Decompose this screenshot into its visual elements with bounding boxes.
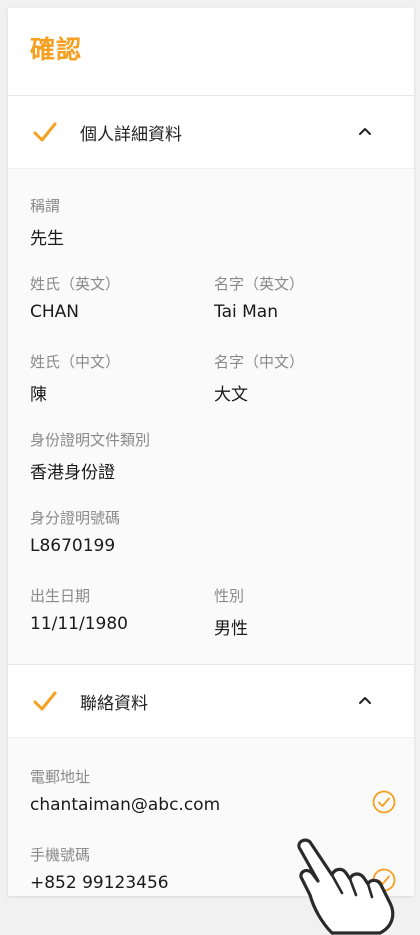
field-label: 姓氏（英文） — [30, 275, 121, 293]
field-label: 身份證明文件類別 — [30, 431, 151, 449]
field-value: 大文 — [214, 385, 248, 405]
field-value: 香港身份證 — [30, 463, 115, 483]
field-label: 名字（中文） — [214, 353, 305, 371]
chevron-up-icon[interactable] — [358, 693, 372, 707]
field-label: 性別 — [214, 587, 245, 605]
field-label: 手機號碼 — [30, 846, 91, 864]
field-value: +852 99123456 — [30, 873, 169, 893]
field-email: 電郵地址 chantaiman@abc.com — [30, 766, 220, 815]
field-dob: 出生日期 11/11/1980 — [30, 585, 128, 634]
field-label: 稱謂 — [30, 197, 61, 215]
section-title-personal: 個人詳細資料 — [80, 125, 182, 145]
check-icon — [33, 691, 57, 711]
field-label: 身分證明號碼 — [30, 509, 121, 527]
field-label: 名字（英文） — [214, 275, 305, 293]
field-value: chantaiman@abc.com — [30, 795, 221, 815]
field-given-zh: 名字（中文） 大文 — [214, 351, 304, 405]
page-title: 確認 — [30, 35, 83, 64]
field-surname-zh: 姓氏（中文） 陳 — [30, 351, 120, 405]
tap-hand-icon — [297, 838, 395, 935]
section-header-contact[interactable]: 聯絡資料 — [8, 664, 414, 738]
field-value: 男性 — [214, 619, 248, 639]
field-value: 先生 — [30, 229, 64, 249]
field-label: 電郵地址 — [30, 768, 91, 786]
title-bar: 確認 — [8, 8, 414, 96]
field-label: 出生日期 — [30, 587, 91, 605]
field-id-number: 身分證明號碼 L8670199 — [30, 507, 120, 556]
field-value: CHAN — [30, 302, 79, 322]
section-title-contact: 聯絡資料 — [80, 694, 148, 714]
field-gender: 性別 男性 — [214, 585, 248, 639]
field-mobile: 手機號碼 +852 99123456 — [30, 844, 169, 893]
field-salutation: 稱謂 先生 — [30, 195, 64, 249]
section-header-personal[interactable]: 個人詳細資料 — [8, 96, 414, 169]
field-value: Tai Man — [214, 302, 278, 322]
confirmation-card: 確認 個人詳細資料 稱謂 先生 姓氏（英文） CHAN 名字（英文） Tai M… — [8, 8, 414, 896]
field-value: 陳 — [30, 385, 47, 405]
chevron-up-icon[interactable] — [358, 124, 372, 138]
field-surname-en: 姓氏（英文） CHAN — [30, 273, 120, 322]
field-value: L8670199 — [30, 536, 116, 556]
field-id-type: 身份證明文件類別 香港身份證 — [30, 429, 150, 483]
check-icon — [33, 122, 57, 142]
field-value: 11/11/1980 — [30, 614, 128, 634]
field-given-en: 名字（英文） Tai Man — [214, 273, 304, 322]
field-label: 姓氏（中文） — [30, 353, 121, 371]
check-circle-icon — [372, 790, 396, 814]
section-body-personal: 稱謂 先生 姓氏（英文） CHAN 名字（英文） Tai Man 姓氏（中文） … — [8, 169, 414, 664]
